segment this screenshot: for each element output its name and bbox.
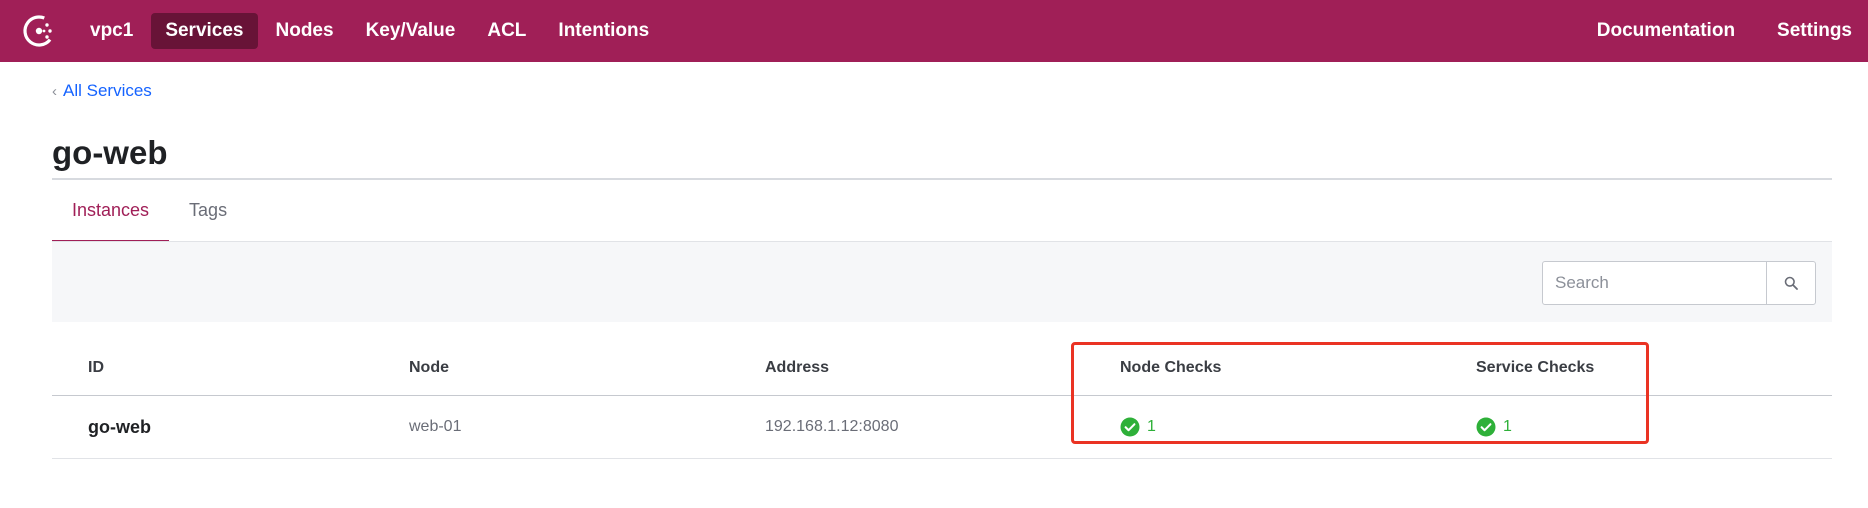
node-checks-status: 1 [1120,417,1156,437]
service-checks-cell: 1 [1476,396,1512,458]
header-service-checks: Service Checks [1476,358,1595,376]
instances-table: ID Node Address Node Checks Service Chec… [52,340,1832,459]
tab-instances[interactable]: Instances [52,180,170,243]
passing-check-icon [1120,417,1140,437]
page-title: go-web [52,134,168,171]
nav-services[interactable]: Services [151,13,258,49]
instance-address: 192.168.1.12:8080 [765,418,899,435]
nav-key-value[interactable]: Key/Value [352,13,470,49]
node-checks-cell: 1 [1120,396,1156,458]
datacenter-selector[interactable]: vpc1 [76,13,147,49]
header-id: ID [88,358,104,376]
table-row[interactable]: go-web web-01 192.168.1.12:8080 1 1 [52,396,1832,459]
table-header: ID Node Address Node Checks Service Chec… [52,340,1832,396]
search-input[interactable] [1543,262,1766,304]
filter-bar [52,242,1832,322]
chevron-left-icon: ‹ [52,82,57,100]
search-icon [1784,276,1798,290]
top-nav: vpc1 Services Nodes Key/Value ACL Intent… [0,0,1868,62]
header-node-checks: Node Checks [1120,358,1222,376]
breadcrumb-all-services[interactable]: ‹ All Services [52,81,152,101]
search-box [1542,261,1816,305]
instance-id[interactable]: go-web [88,396,151,458]
breadcrumb-label: All Services [63,81,152,100]
nav-nodes[interactable]: Nodes [262,13,348,49]
nav-documentation[interactable]: Documentation [1583,13,1749,49]
nav-intentions[interactable]: Intentions [544,13,663,49]
nav-acl[interactable]: ACL [473,13,540,49]
title-divider [52,178,1832,180]
node-checks-count: 1 [1147,418,1156,435]
service-checks-count: 1 [1503,418,1512,435]
header-address: Address [765,358,830,376]
tab-tags[interactable]: Tags [169,180,247,243]
header-node: Node [409,358,449,376]
tab-bar: Instances Tags [52,180,247,243]
service-checks-status: 1 [1476,417,1512,437]
instance-node: web-01 [409,418,462,435]
nav-settings[interactable]: Settings [1763,13,1866,49]
passing-check-icon [1476,417,1496,437]
search-button[interactable] [1766,262,1815,304]
consul-logo-icon[interactable] [21,13,57,49]
